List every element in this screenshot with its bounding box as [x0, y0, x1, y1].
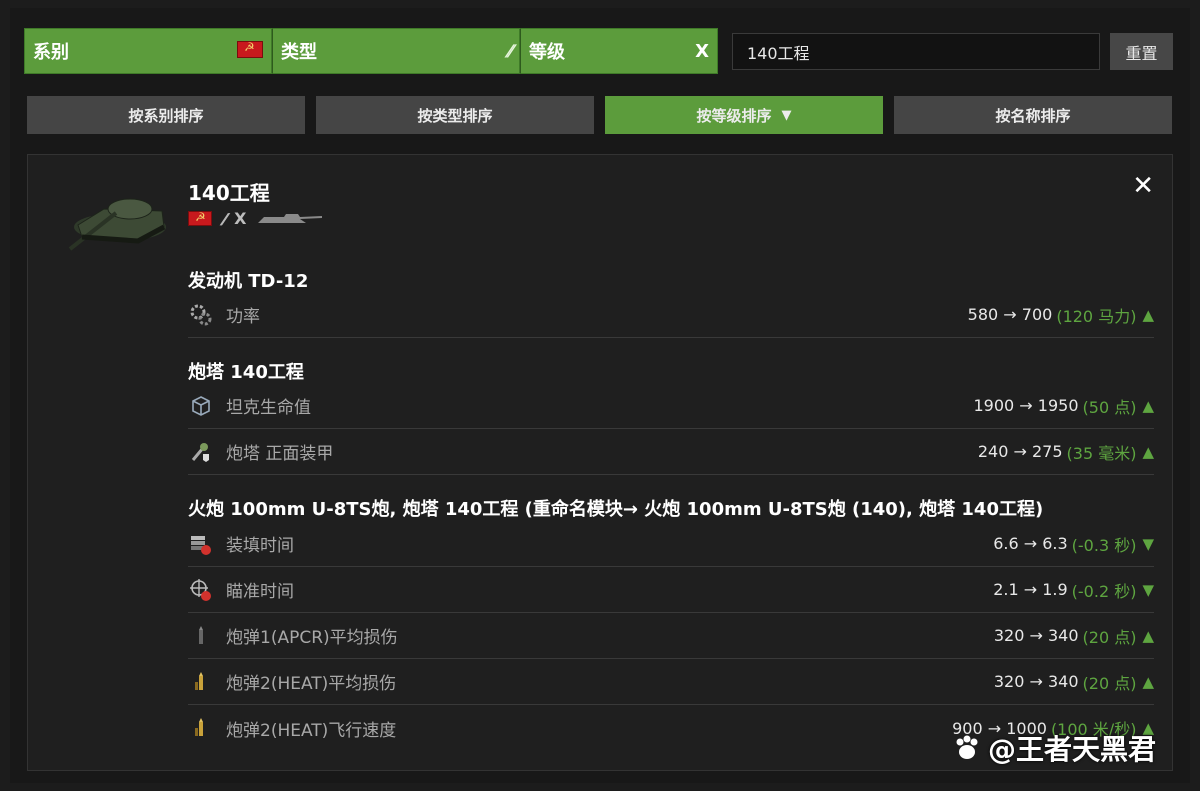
stat-diff: (120 马力) — [1056, 306, 1137, 326]
ussr-flag-icon — [188, 210, 212, 226]
stat-value: 1900 → 1950 — [973, 396, 1079, 415]
section-title-engine: 发动机 TD-12 — [188, 271, 309, 292]
increase-icon: ▲ — [1142, 396, 1154, 415]
tier-filter-value: X — [695, 41, 709, 62]
stat-value: 320 → 340 — [993, 626, 1079, 645]
stat-value: 580 → 700 — [967, 305, 1053, 324]
stat-label: 瞄准时间 — [226, 582, 294, 602]
watermark: @王者天黑君 — [952, 728, 1156, 768]
watermark-text: @王者天黑君 — [988, 733, 1157, 766]
engine-gears-icon — [188, 302, 214, 328]
reload-shells-icon — [188, 531, 214, 557]
stat-label: 炮弹1(APCR)平均损伤 — [226, 628, 398, 648]
sort-by-nation-button[interactable]: 按系别排序 — [27, 96, 305, 134]
stat-value: 6.6 → 6.3 — [993, 534, 1068, 553]
stat-diff: (20 点) — [1082, 627, 1137, 647]
sort-by-name-button[interactable]: 按名称排序 — [894, 96, 1172, 134]
decrease-icon: ▼ — [1142, 534, 1154, 553]
stat-value: 2.1 → 1.9 — [993, 580, 1068, 599]
nation-filter[interactable]: 系别 — [24, 28, 272, 74]
sort-by-nation-label: 按系别排序 — [128, 106, 204, 125]
stat-diff: (50 点) — [1082, 397, 1137, 417]
stat-diff: (-0.2 秒) — [1071, 581, 1137, 601]
turret-armor-icon — [188, 439, 214, 465]
increase-icon: ▲ — [1142, 626, 1154, 645]
sort-by-type-label: 按类型排序 — [417, 106, 493, 125]
tank-name: 140工程 — [188, 181, 270, 205]
paw-logo-icon — [956, 735, 978, 759]
type-filter-label: 类型 — [281, 42, 317, 63]
tank-meta: // X — [188, 209, 324, 228]
section-title-gun: 火炮 100mm U-8TS炮, 炮塔 140工程 (重命名模块→ 火炮 100… — [188, 499, 1044, 520]
sort-by-tier-button[interactable]: 按等级排序 ▼ — [605, 96, 883, 134]
stat-label: 炮弹2(HEAT)飞行速度 — [226, 720, 397, 741]
stat-label: 坦克生命值 — [226, 398, 311, 418]
aim-crosshair-icon — [188, 577, 214, 603]
stat-row: 坦克生命值 1900 → 1950 (50 点) ▲ — [188, 383, 1154, 429]
ussr-flag-icon — [237, 40, 263, 63]
tier-label: X — [234, 209, 247, 228]
stat-diff: (20 点) — [1082, 673, 1137, 693]
sort-by-tier-label: 按等级排序 — [696, 106, 772, 125]
stat-label: 装填时间 — [226, 536, 294, 556]
tank-image-icon — [68, 198, 166, 251]
stat-row: 炮弹2(HEAT)平均损伤 320 → 340 (20 点) ▲ — [188, 659, 1154, 705]
nation-filter-label: 系别 — [33, 42, 69, 63]
tank-card: 140工程 // X ✕ 发动机 TD-12 功率 580 → 700 (120… — [27, 154, 1173, 771]
increase-icon: ▲ — [1142, 442, 1154, 461]
stat-label: 炮弹2(HEAT)平均损伤 — [226, 674, 397, 694]
stat-label: 功率 — [226, 307, 260, 327]
hitpoints-cube-icon — [188, 393, 214, 419]
close-icon[interactable]: ✕ — [1132, 171, 1154, 201]
search-input[interactable] — [732, 33, 1100, 70]
increase-icon: ▲ — [1142, 672, 1154, 691]
increase-icon: ▲ — [1142, 305, 1154, 324]
section-title-turret: 炮塔 140工程 — [188, 362, 304, 383]
medium-tank-chevron-icon: // — [503, 41, 515, 60]
stat-row: 瞄准时间 2.1 → 1.9 (-0.2 秒) ▼ — [188, 567, 1154, 613]
tier-filter[interactable]: 等级 X — [520, 28, 718, 74]
reset-button[interactable]: 重置 — [1110, 33, 1173, 70]
shell-heat-icon — [188, 669, 214, 695]
sort-by-type-button[interactable]: 按类型排序 — [316, 96, 594, 134]
decrease-icon: ▼ — [1142, 580, 1154, 599]
shell-heat-velocity-icon — [188, 715, 214, 741]
shell-apcr-icon — [188, 623, 214, 649]
type-filter[interactable]: 类型 // — [272, 28, 520, 74]
stat-diff: (35 毫米) — [1066, 443, 1137, 463]
sort-desc-icon: ▼ — [781, 107, 792, 123]
stat-label: 炮塔 正面装甲 — [226, 444, 334, 464]
tier-filter-label: 等级 — [529, 42, 565, 63]
stat-diff: (-0.3 秒) — [1071, 535, 1137, 555]
medium-tank-chevron-icon: // — [218, 209, 228, 228]
stat-value: 240 → 275 — [977, 442, 1063, 461]
stat-value: 320 → 340 — [993, 672, 1079, 691]
stat-row: 炮弹1(APCR)平均损伤 320 → 340 (20 点) ▲ — [188, 613, 1154, 659]
stat-row: 功率 580 → 700 (120 马力) ▲ — [188, 292, 1154, 338]
tank-silhouette-icon — [258, 213, 323, 223]
stat-row: 炮塔 正面装甲 240 → 275 (35 毫米) ▲ — [188, 429, 1154, 475]
sort-by-name-label: 按名称排序 — [995, 106, 1071, 125]
stat-row: 装填时间 6.6 → 6.3 (-0.3 秒) ▼ — [188, 521, 1154, 567]
